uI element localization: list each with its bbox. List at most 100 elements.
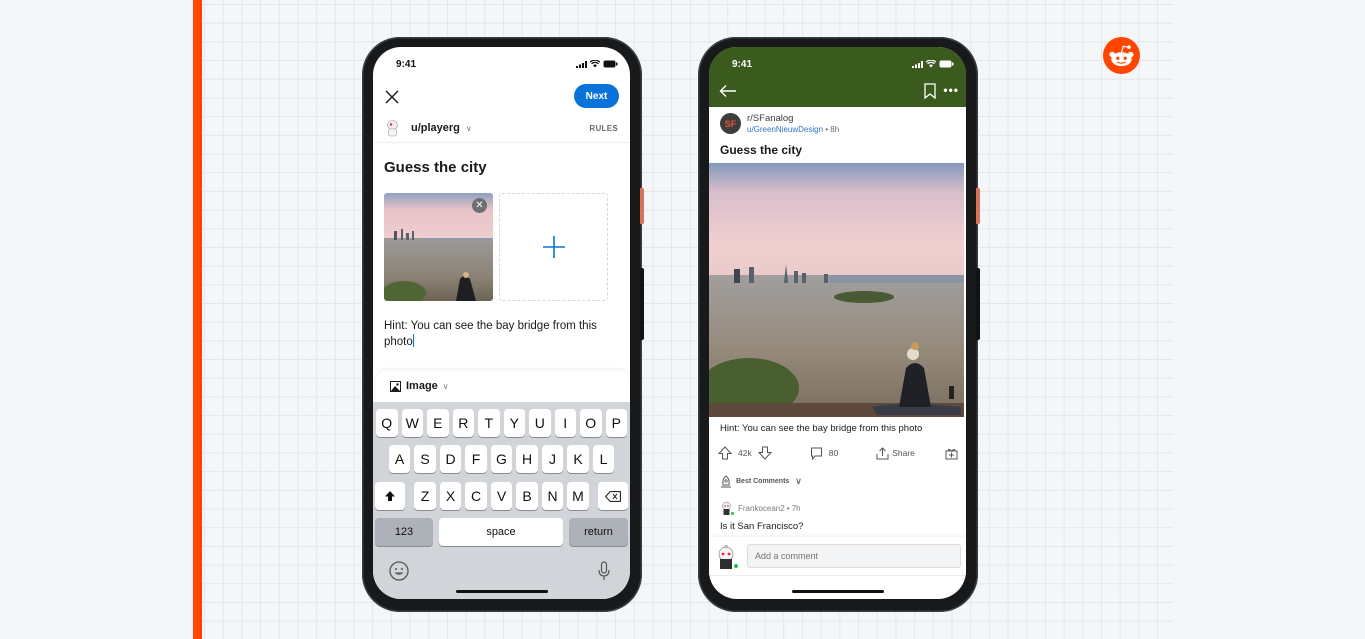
signal-icon [576, 60, 587, 68]
battery-icon [939, 60, 954, 68]
upvote-icon[interactable] [718, 446, 732, 460]
wifi-icon [590, 60, 600, 68]
key[interactable]: E [427, 409, 449, 437]
bookmark-icon[interactable] [924, 83, 936, 99]
wifi-icon [926, 60, 936, 68]
commenter-avatar[interactable] [720, 501, 735, 516]
composer-screen: 9:41 Next u/playerg ∨ RULES Guess the ci… [373, 47, 630, 599]
remove-image-button[interactable]: ✕ [472, 198, 487, 213]
key[interactable]: D [439, 445, 462, 473]
key[interactable]: B [516, 482, 538, 510]
key[interactable]: S [414, 445, 436, 473]
share-button[interactable]: Share [876, 446, 915, 460]
key[interactable]: A [388, 445, 411, 473]
key[interactable]: J [541, 445, 564, 473]
chevron-down-icon: ∨ [442, 381, 449, 391]
sort-label: Best Comments [736, 478, 790, 485]
post-screen: 9:41 ••• SF r/SFanalog u/GreenNieuwDesig… [709, 47, 966, 599]
backspace-icon [605, 490, 621, 502]
post-type-toolbar[interactable]: Image ∨ [376, 370, 630, 402]
community-selector[interactable]: u/playerg ∨ [384, 119, 472, 137]
key[interactable]: C [465, 482, 487, 510]
post-body-input[interactable]: Hint: You can see the bay bridge from th… [384, 319, 614, 350]
comment-composer [709, 537, 966, 575]
key[interactable]: P [605, 409, 627, 437]
key[interactable]: U [529, 409, 551, 437]
key[interactable]: X [439, 482, 462, 510]
delete-key[interactable] [598, 482, 628, 510]
key[interactable]: V [490, 482, 513, 510]
chevron-down-icon: ∨ [795, 476, 802, 486]
back-arrow-icon[interactable] [719, 84, 737, 98]
comment-author[interactable]: Frankocean2 [738, 504, 785, 513]
vote-count: 42k [738, 448, 752, 458]
phone-side-button [976, 268, 980, 340]
share-icon [876, 446, 889, 459]
key[interactable]: I [554, 409, 576, 437]
next-button[interactable]: Next [574, 84, 619, 108]
comments-button[interactable]: 80 [810, 447, 838, 460]
post-image[interactable] [709, 163, 966, 417]
online-indicator [733, 563, 739, 569]
signal-icon [912, 60, 923, 68]
more-options-icon[interactable]: ••• [943, 83, 959, 97]
user-avatar [387, 120, 398, 137]
key[interactable]: H [516, 445, 538, 473]
post-title: Guess the city [720, 143, 803, 157]
background-grid [202, 0, 1173, 639]
post-author[interactable]: u/GreenNieuwDesign [747, 125, 823, 134]
key[interactable]: O [580, 409, 602, 437]
return-key[interactable]: return [569, 518, 628, 546]
key[interactable]: M [567, 482, 589, 510]
numbers-key[interactable]: 123 [375, 518, 433, 546]
composer-phone: 9:41 Next u/playerg ∨ RULES Guess the ci… [362, 37, 644, 612]
status-bar: 9:41 [373, 47, 630, 81]
post-title-input[interactable]: Guess the city [384, 159, 487, 176]
image-icon [390, 380, 401, 392]
key[interactable]: T [478, 409, 500, 437]
key[interactable]: F [465, 445, 487, 473]
add-media-button[interactable] [499, 193, 608, 301]
status-icons [576, 60, 618, 68]
attached-image-thumbnail[interactable]: ✕ [384, 193, 493, 301]
downvote-icon[interactable] [757, 446, 772, 460]
comment-sort-dropdown[interactable]: Best Comments ∨ [720, 475, 802, 488]
reddit-snoo-icon [1103, 37, 1140, 74]
comment-input[interactable] [747, 544, 961, 568]
keyboard-row: ZXCVBNM [373, 482, 630, 510]
phone-side-button [640, 188, 644, 224]
key[interactable]: Q [376, 409, 398, 437]
comment-header: Frankocean2 • 7h [720, 501, 801, 516]
rocket-icon [721, 475, 731, 488]
key[interactable]: G [490, 445, 513, 473]
close-icon[interactable] [384, 89, 400, 105]
comment-age: • 7h [786, 503, 801, 513]
phone-side-button [640, 268, 644, 340]
comments-count: 80 [828, 448, 839, 458]
plus-icon [542, 236, 565, 258]
key[interactable]: R [452, 409, 474, 437]
post-phone: 9:41 ••• SF r/SFanalog u/GreenNieuwDesig… [698, 37, 980, 612]
subreddit-avatar[interactable]: SF [720, 113, 741, 134]
status-time: 9:41 [732, 59, 753, 70]
award-icon[interactable] [945, 447, 958, 460]
key[interactable]: N [541, 482, 564, 510]
rules-link[interactable]: RULES [589, 124, 618, 133]
emoji-icon[interactable] [389, 561, 409, 581]
microphone-icon[interactable] [598, 561, 610, 581]
post-body-text: Hint: You can see the bay bridge from th… [384, 320, 597, 348]
home-indicator [455, 590, 548, 593]
text-caret [412, 334, 414, 347]
shift-key[interactable] [375, 482, 405, 510]
subreddit-name[interactable]: r/SFanalog [747, 113, 793, 124]
key[interactable]: Z [414, 482, 436, 510]
canvas: 9:41 Next u/playerg ∨ RULES Guess the ci… [0, 0, 1365, 639]
key[interactable]: L [592, 445, 615, 473]
keyboard: QWERTYUIOP ASDFGHJKL ZXCVBNM 123 space r… [373, 402, 630, 599]
online-indicator [730, 511, 735, 516]
key[interactable]: K [567, 445, 589, 473]
space-key[interactable]: space [439, 518, 563, 546]
key[interactable]: Y [503, 409, 525, 437]
key[interactable]: W [401, 409, 423, 437]
subreddit-header: 9:41 ••• [709, 47, 966, 107]
